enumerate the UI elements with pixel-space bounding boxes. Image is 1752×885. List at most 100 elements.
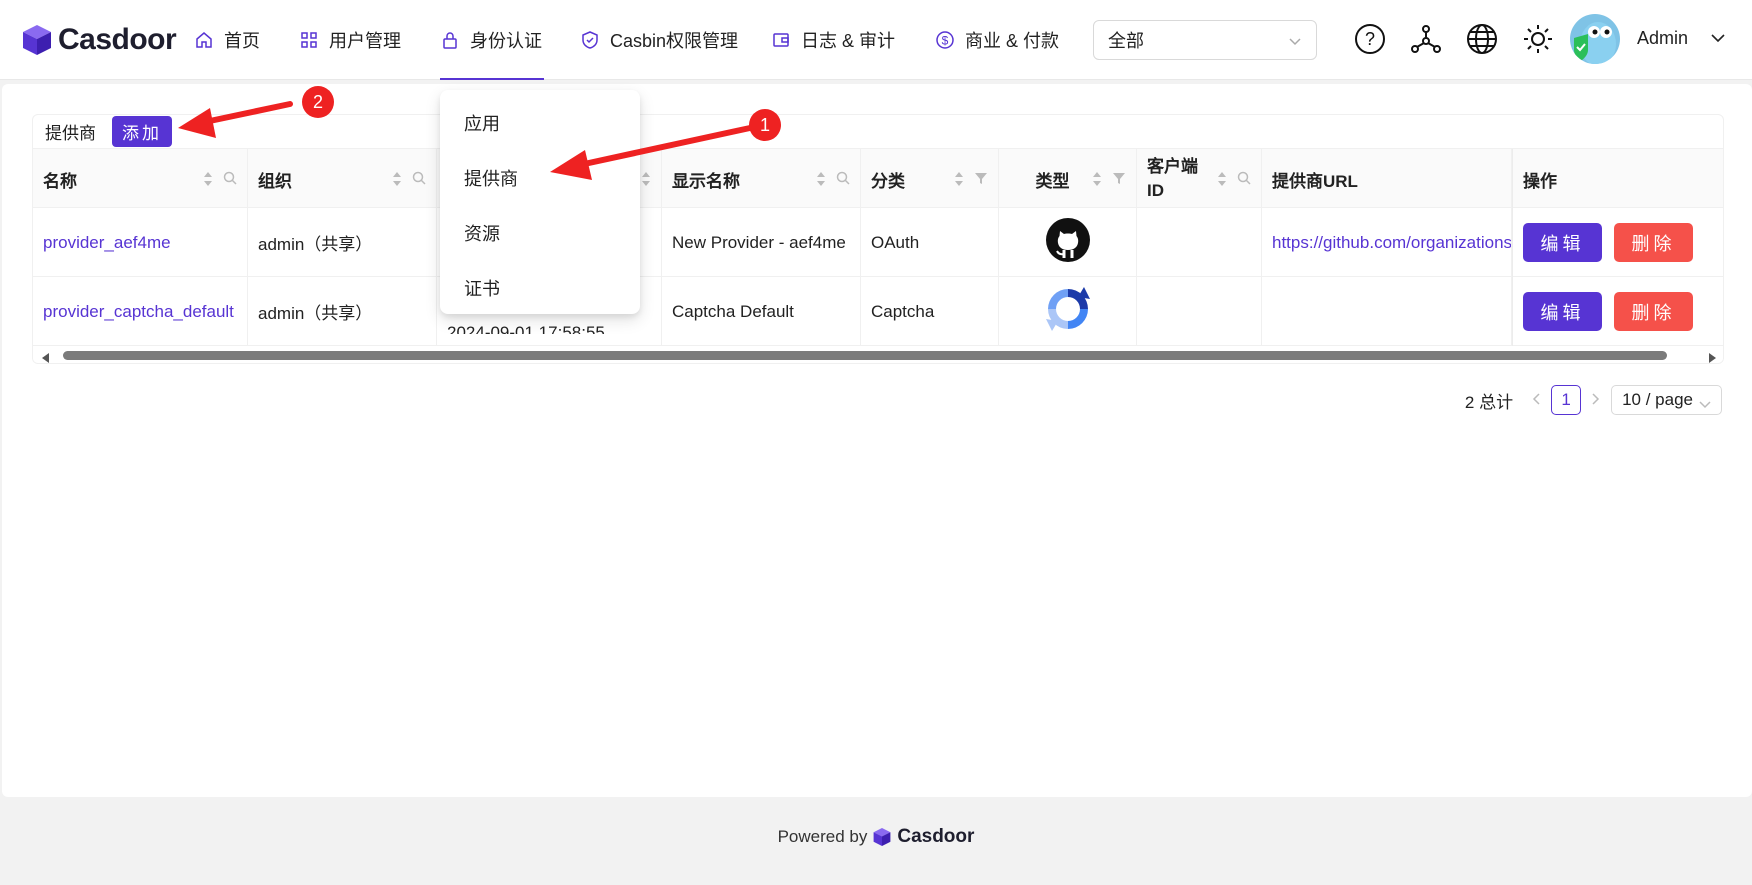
nav-business-label: 商业 & 付款: [965, 31, 1060, 51]
logo-text: Casdoor: [58, 23, 177, 56]
svg-text:?: ?: [1365, 29, 1375, 49]
col-provider-url: 提供商URL: [1262, 149, 1512, 209]
authentication-dropdown: 应用 提供商 资源 证书: [440, 90, 640, 314]
col-name[interactable]: 名称: [33, 149, 248, 209]
grid-icon: [299, 30, 319, 50]
nav-logs[interactable]: 日志 & 审计: [771, 0, 895, 80]
filter-icon[interactable]: [974, 170, 988, 190]
sort-icon[interactable]: [203, 170, 213, 193]
col-category[interactable]: 分类: [861, 149, 999, 209]
col-actions-label: 操作: [1523, 171, 1557, 191]
shield-icon: [580, 30, 600, 50]
cube-logo-icon: [873, 828, 891, 846]
col-display-name[interactable]: 显示名称: [662, 149, 861, 209]
col-organization[interactable]: 组织: [248, 149, 437, 209]
page-number-current[interactable]: 1: [1551, 385, 1582, 415]
provider-url-link[interactable]: https://github.com/organizations: [1262, 208, 1512, 277]
avatar[interactable]: [1570, 14, 1620, 64]
organization-cell: admin（共享）: [248, 277, 437, 346]
provider-name-link[interactable]: provider_aef4me: [33, 208, 248, 277]
client-id-cell: [1137, 277, 1262, 346]
col-actions: 操作: [1512, 149, 1723, 209]
nav-authentication-label: 身份认证: [470, 31, 542, 51]
nav-authentication[interactable]: 身份认证: [440, 0, 544, 80]
search-icon[interactable]: [836, 170, 850, 190]
page-size-select[interactable]: 10 / page: [1611, 385, 1722, 415]
col-organization-label: 组织: [258, 171, 292, 191]
wallet-icon: [771, 30, 791, 50]
table-title-label: 提供商: [45, 124, 96, 143]
nav-business[interactable]: $ 商业 & 付款: [935, 0, 1059, 80]
chevron-down-icon: [1699, 395, 1711, 415]
sun-icon[interactable]: [1521, 22, 1555, 56]
organization-select-value: 全部: [1108, 31, 1144, 51]
scroll-right-icon[interactable]: [1707, 350, 1717, 363]
scroll-thumb[interactable]: [63, 351, 1667, 360]
globe-icon[interactable]: [1465, 22, 1499, 56]
chevron-down-icon[interactable]: [1710, 30, 1726, 51]
nav-user-management[interactable]: 用户管理: [299, 0, 401, 80]
footer-brand[interactable]: Casdoor: [897, 826, 974, 848]
recaptcha-icon: [1044, 285, 1092, 338]
col-category-label: 分类: [871, 171, 905, 191]
nav-casbin-label: Casbin权限管理: [610, 31, 739, 51]
col-display-name-label: 显示名称: [672, 171, 740, 191]
table-header: 名称 组织 显示名称 分类 类型 客户端ID 提供商URL 操作: [33, 148, 1723, 209]
client-id-cell: [1137, 208, 1262, 277]
sort-icon[interactable]: [392, 170, 402, 193]
menu-item-providers[interactable]: 提供商: [464, 165, 518, 191]
edit-button[interactable]: 编辑: [1523, 292, 1602, 331]
search-icon[interactable]: [412, 170, 426, 190]
network-icon[interactable]: [1409, 22, 1443, 56]
help-icon[interactable]: ?: [1353, 22, 1387, 56]
sort-icon[interactable]: [1217, 170, 1227, 193]
category-cell: Captcha: [861, 277, 999, 346]
menu-item-resources[interactable]: 资源: [464, 220, 500, 246]
col-provider-url-label: 提供商URL: [1272, 171, 1358, 191]
sort-icon[interactable]: [641, 170, 651, 193]
col-type[interactable]: 类型: [999, 149, 1137, 209]
edit-button[interactable]: 编辑: [1523, 223, 1602, 262]
main-card: 提供商 添加 名称 组织 显示名称 分类 类型 客户端ID 提供商URL 操作 …: [2, 84, 1752, 797]
dollar-icon: $: [935, 30, 955, 50]
search-icon[interactable]: [223, 170, 237, 190]
provider-url-cell: [1262, 277, 1512, 346]
organization-cell: admin（共享）: [248, 208, 437, 277]
scroll-left-icon[interactable]: [41, 350, 51, 363]
menu-item-certs[interactable]: 证书: [464, 275, 500, 301]
nav-casbin[interactable]: Casbin权限管理: [580, 0, 738, 80]
add-button[interactable]: 添加: [112, 116, 172, 147]
delete-button[interactable]: 删除: [1614, 223, 1693, 262]
sort-icon[interactable]: [1092, 170, 1102, 193]
category-cell: OAuth: [861, 208, 999, 277]
lock-icon: [440, 30, 460, 50]
nav-home[interactable]: 首页: [194, 0, 260, 80]
delete-button[interactable]: 删除: [1614, 292, 1693, 331]
organization-select[interactable]: 全部: [1093, 20, 1317, 60]
total-count: 2 总计: [1464, 392, 1514, 412]
nav-logs-label: 日志 & 审计: [801, 31, 896, 51]
display-name-cell: New Provider - aef4me: [662, 208, 861, 277]
filter-icon[interactable]: [1112, 170, 1126, 190]
col-client-id-label: 客户端ID: [1147, 157, 1198, 200]
next-page-icon[interactable]: [1591, 390, 1601, 410]
powered-by-text: Powered by: [777, 827, 868, 846]
user-name[interactable]: Admin: [1637, 28, 1688, 49]
footer: Powered by Casdoor: [0, 826, 1752, 848]
nav-user-management-label: 用户管理: [329, 31, 401, 51]
annotation-badge-1: 1: [749, 109, 781, 141]
menu-item-applications[interactable]: 应用: [464, 110, 500, 136]
prev-page-icon[interactable]: [1531, 390, 1541, 410]
actions-cell: 编辑 删除: [1512, 208, 1723, 277]
home-icon: [194, 30, 214, 50]
sort-icon[interactable]: [816, 170, 826, 193]
horizontal-scrollbar[interactable]: [33, 347, 1723, 363]
table-row: provider_captcha_default admin（共享） 2024-…: [33, 277, 1723, 346]
table-title: 提供商 添加: [33, 115, 172, 148]
page-size-value: 10 / page: [1622, 390, 1693, 409]
sort-icon[interactable]: [954, 170, 964, 193]
provider-name-link[interactable]: provider_captcha_default: [33, 277, 248, 346]
search-icon[interactable]: [1237, 170, 1251, 190]
casdoor-logo[interactable]: Casdoor: [22, 20, 177, 60]
col-client-id[interactable]: 客户端ID: [1137, 149, 1262, 209]
